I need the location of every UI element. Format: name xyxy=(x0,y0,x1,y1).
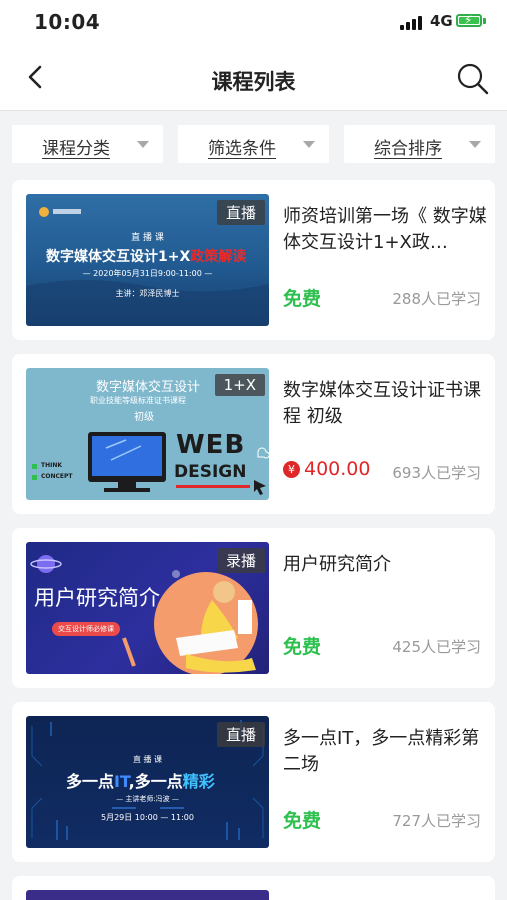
category-filter[interactable]: 课程分类 xyxy=(12,125,163,163)
thumb-web: WEB xyxy=(176,430,246,460)
thumb-speaker: 主讲：邓泽民博士 xyxy=(115,289,180,298)
course-price: 免费 xyxy=(283,636,322,658)
course-thumbnail[interactable] xyxy=(26,890,269,900)
thumb-kicker: 直 播 课 xyxy=(131,233,164,243)
thumb-badge: 交互设计师必修课 xyxy=(52,622,120,636)
course-card[interactable] xyxy=(12,876,495,900)
student-count: 693人已学习 xyxy=(392,464,481,482)
thumb-date: 5月29日 10:00 — 11:00 xyxy=(100,813,194,822)
caret-down-icon xyxy=(469,141,481,148)
course-price: 免费 xyxy=(283,810,322,832)
price-value: 400.00 xyxy=(304,458,371,480)
course-title[interactable]: 多一点IT，多一点精彩第二场 xyxy=(283,726,488,778)
caret-down-icon xyxy=(137,141,149,148)
battery-tip xyxy=(483,18,486,24)
page-title: 课程列表 xyxy=(211,70,296,94)
course-card[interactable]: 用户研究简介 交互设计师必修课 录播 用户研究简介 免费 425人已学习 xyxy=(12,528,495,688)
course-thumbnail[interactable]: 数字媒体交互设计 职业技能等级标准证书课程 初级 WEB DESIGN THIN… xyxy=(26,368,269,500)
thumb-subtitle: 职业技能等级标准证书课程 xyxy=(90,396,186,405)
network-type: 4G xyxy=(430,12,453,30)
course-thumbnail[interactable]: 直 播 课 多一点IT,多一点精彩 — 主讲老师:冯波 — 5月29日 10:0… xyxy=(26,716,269,848)
search-icon[interactable] xyxy=(456,62,490,96)
course-title[interactable]: 用户研究简介 xyxy=(283,552,488,578)
status-bar: 10:04 4G ⚡ xyxy=(0,0,507,44)
live-tag: 直播 xyxy=(216,200,265,225)
condition-filter[interactable]: 筛选条件 xyxy=(178,125,329,163)
thumb-headline: 多一点IT,多一点精彩 xyxy=(66,772,215,791)
thumb-concept: CONCEPT xyxy=(41,473,73,480)
thumb-kicker: 直 播 课 xyxy=(132,755,163,764)
course-thumbnail[interactable]: 直 播 课 数字媒体交互设计1+X政策解读 — 2020年05月31日9:00-… xyxy=(26,194,269,326)
thumb-headline: 数字媒体交互设计1+X政策解读 xyxy=(46,249,247,265)
course-price: 免费 xyxy=(283,288,322,310)
student-count: 727人已学习 xyxy=(392,812,481,830)
filter-label: 筛选条件 xyxy=(208,139,276,159)
course-card[interactable]: 直 播 课 多一点IT,多一点精彩 — 主讲老师:冯波 — 5月29日 10:0… xyxy=(12,702,495,862)
thumb-design: DESIGN xyxy=(174,462,247,482)
thumb-speaker: — 主讲老师:冯波 — xyxy=(116,795,179,803)
filter-bar: 课程分类 筛选条件 综合排序 xyxy=(0,111,507,179)
thumb-date: — 2020年05月31日9:00-11:00 — xyxy=(82,269,213,278)
sort-filter[interactable]: 综合排序 xyxy=(344,125,495,163)
filter-label: 课程分类 xyxy=(42,139,110,159)
thumb-think: THINK xyxy=(41,462,63,469)
live-tag: 直播 xyxy=(216,722,265,747)
course-thumbnail[interactable]: 用户研究简介 交互设计师必修课 录播 xyxy=(26,542,269,674)
course-title[interactable]: 师资培训第一场《 数字媒体交互设计1+X政… xyxy=(283,204,488,256)
thumb-headline: 数字媒体交互设计 xyxy=(96,380,201,395)
course-price: ¥400.00 xyxy=(283,458,370,480)
recorded-tag: 录播 xyxy=(216,548,265,573)
status-time: 10:04 xyxy=(34,10,101,34)
student-count: 425人已学习 xyxy=(392,638,481,656)
course-card[interactable]: 数字媒体交互设计 职业技能等级标准证书课程 初级 WEB DESIGN THIN… xyxy=(12,354,495,514)
nav-bar: 课程列表 xyxy=(0,44,507,111)
thumb-underline xyxy=(176,485,250,488)
yen-icon: ¥ xyxy=(283,461,300,478)
signal-icon xyxy=(400,16,426,30)
course-type-tag: 1+X xyxy=(214,374,265,396)
student-count: 288人已学习 xyxy=(392,290,481,308)
charging-icon: ⚡ xyxy=(464,13,473,27)
thumb-level: 初级 xyxy=(134,412,154,423)
course-card[interactable]: 直 播 课 数字媒体交互设计1+X政策解读 — 2020年05月31日9:00-… xyxy=(12,180,495,340)
filter-label: 综合排序 xyxy=(374,139,442,159)
caret-down-icon xyxy=(303,141,315,148)
course-title[interactable]: 数字媒体交互设计证书课程 初级 xyxy=(283,378,488,430)
thumb-headline: 用户研究简介 xyxy=(34,586,160,610)
